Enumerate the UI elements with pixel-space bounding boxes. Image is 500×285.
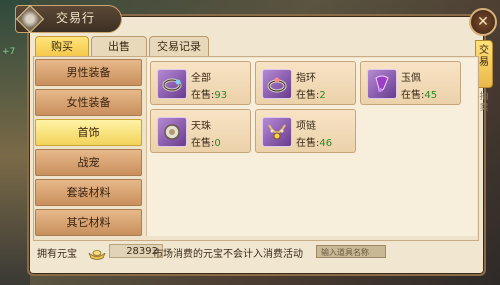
side-tab-auction-label: 拍 卖 bbox=[479, 92, 489, 113]
notice-text: 市场消费的元宝不会计入消费活动 bbox=[153, 249, 303, 260]
sale-label: 在售: bbox=[401, 90, 425, 101]
background-left-scene bbox=[0, 0, 30, 285]
item-card-jade-pendant[interactable]: 玉佩 在售:45 bbox=[360, 61, 461, 105]
item-card-all[interactable]: 全部 在售:93 bbox=[150, 61, 251, 105]
item-card-heavenly-bead[interactable]: 天珠 在售:0 bbox=[150, 109, 251, 153]
sale-label: 在售: bbox=[191, 138, 215, 149]
search-input[interactable]: 输入道具名称 bbox=[316, 245, 386, 258]
item-name: 玉佩 bbox=[401, 73, 421, 84]
item-sale-count: 在售:93 bbox=[191, 86, 227, 101]
side-tab-auction[interactable]: 拍 卖 bbox=[477, 92, 491, 122]
sale-count-value: 93 bbox=[214, 90, 228, 101]
item-sale-count: 在售:2 bbox=[296, 86, 326, 101]
item-sale-count: 在售:45 bbox=[401, 86, 437, 101]
item-name: 天珠 bbox=[191, 121, 211, 132]
category-battle-pet[interactable]: 战宠 bbox=[35, 149, 142, 176]
currency-label: 拥有元宝 bbox=[37, 249, 77, 260]
ring-icon bbox=[262, 69, 292, 99]
sale-label: 在售: bbox=[296, 90, 320, 101]
item-name: 指环 bbox=[296, 73, 316, 84]
ingot-icon bbox=[88, 245, 106, 260]
item-sale-count: 在售:0 bbox=[191, 134, 221, 149]
necklace-icon bbox=[262, 117, 292, 147]
item-card-necklace[interactable]: 项链 在售:46 bbox=[255, 109, 356, 153]
bracelet-icon bbox=[157, 69, 187, 99]
category-jewelry[interactable]: 首饰 bbox=[35, 119, 142, 146]
left-indicator: +7 bbox=[2, 47, 16, 57]
sale-label: 在售: bbox=[191, 90, 215, 101]
item-name: 全部 bbox=[191, 73, 211, 84]
category-other-materials[interactable]: 其它材料 bbox=[35, 209, 142, 236]
tab-sell[interactable]: 出售 bbox=[91, 36, 147, 57]
close-button[interactable]: ✕ bbox=[469, 8, 497, 36]
footer-bar: 拥有元宝 28392 市场消费的元宝不会计入消费活动 输入道具名称 bbox=[33, 243, 477, 263]
side-tab-trade-label: 交 易 bbox=[479, 45, 489, 68]
sale-count-value: 2 bbox=[319, 90, 326, 101]
item-grid: 全部 在售:93 指环 在售:2 玉佩 在售:45 天珠 在售:0 项链 在售:… bbox=[146, 58, 477, 236]
item-sale-count: 在售:46 bbox=[296, 134, 332, 149]
sale-count-value: 45 bbox=[424, 90, 438, 101]
category-female-equipment[interactable]: 女性装备 bbox=[35, 89, 142, 116]
item-name: 项链 bbox=[296, 121, 316, 132]
jade-pendant-icon bbox=[367, 69, 397, 99]
sale-count-value: 46 bbox=[319, 138, 333, 149]
item-card-ring[interactable]: 指环 在售:2 bbox=[255, 61, 356, 105]
sale-count-value: 0 bbox=[214, 138, 221, 149]
category-set-materials[interactable]: 套装材料 bbox=[35, 179, 142, 206]
sale-label: 在售: bbox=[296, 138, 320, 149]
bead-icon bbox=[157, 117, 187, 147]
category-male-equipment[interactable]: 男性装备 bbox=[35, 59, 142, 86]
tab-trade-history[interactable]: 交易记录 bbox=[149, 36, 209, 57]
window-title: 交易行 bbox=[56, 11, 96, 25]
tab-buy[interactable]: 购买 bbox=[35, 36, 89, 57]
